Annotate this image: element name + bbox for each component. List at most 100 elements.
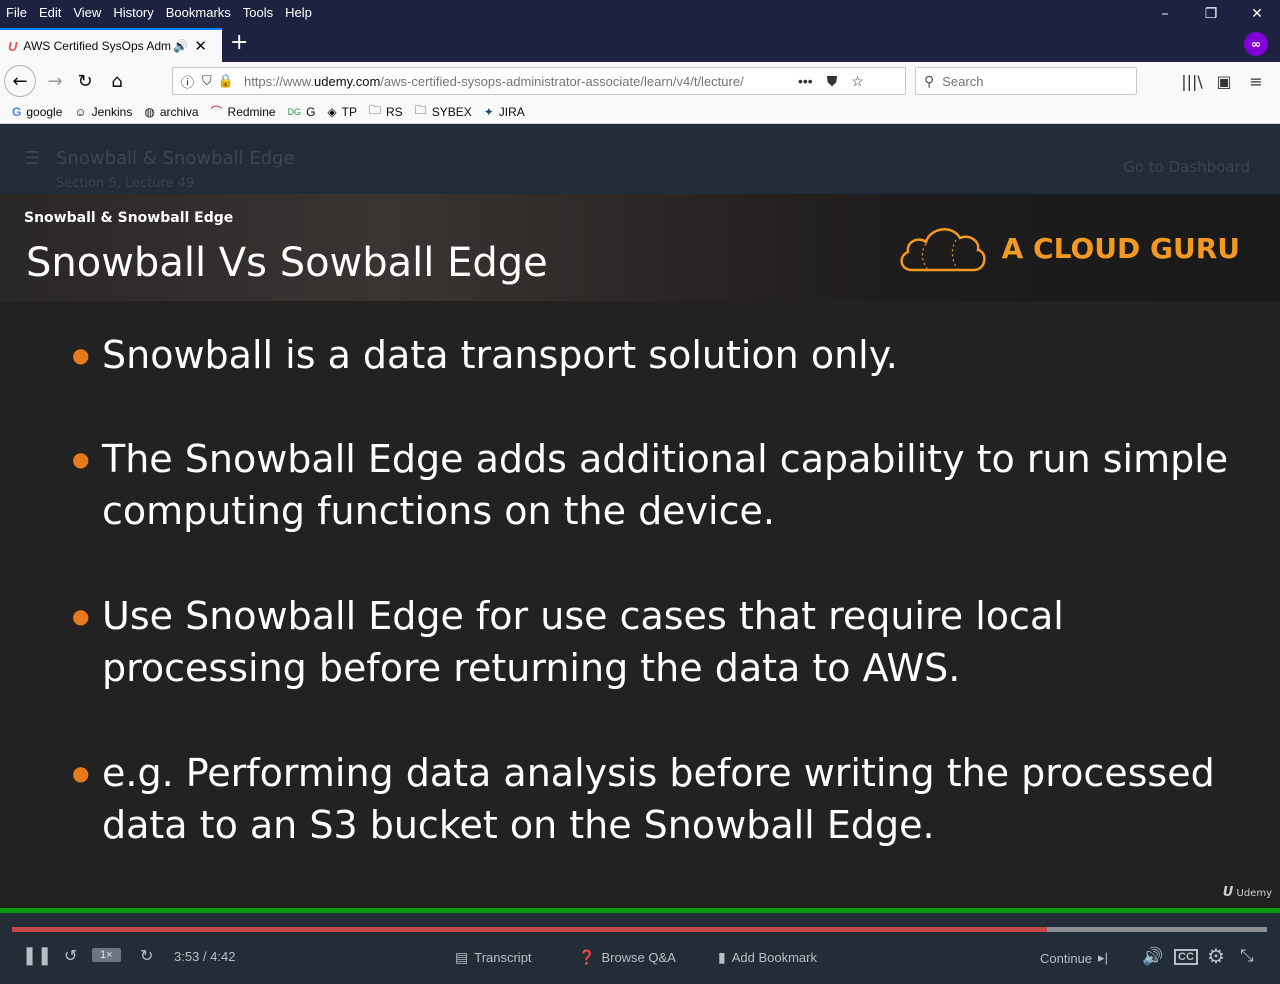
forward-icon: ↻ (140, 948, 154, 965)
lecture-section: Section 5, Lecture 49 (56, 176, 195, 191)
fullscreen-button[interactable]: ⤡ (1240, 946, 1254, 966)
bullet-item: ● Snowball is a data transport solution … (72, 329, 1242, 381)
question-icon: ❓ (578, 949, 596, 965)
browse-qa-button[interactable]: ❓ Browse Q&A (578, 949, 676, 966)
bookmark-icon: ▮ (718, 949, 726, 965)
lecture-header: ☰ Snowball & Snowball Edge Section 5, Le… (0, 124, 1280, 194)
slide-body: ● Snowball is a data transport solution … (0, 301, 1280, 908)
bookmarks-toolbar: G google ☺ Jenkins ◍ archiva ⌒ Redmine D… (0, 100, 1280, 124)
reload-button[interactable]: ↻ (70, 66, 100, 96)
bullet-dot-icon: ● (72, 604, 90, 628)
search-input[interactable]: ⚲ Search (915, 67, 1137, 95)
captions-icon: CC (1174, 949, 1198, 965)
progress-fill (12, 927, 1048, 932)
lecture-title: Snowball & Snowball Edge (56, 148, 295, 169)
g-icon: DG (287, 106, 302, 117)
folder-icon: 🗀 (368, 103, 381, 117)
bookmark-sybex[interactable]: 🗀 SYBEX (415, 101, 472, 122)
diamond-icon: ◈ (327, 104, 337, 119)
toolbar-right: |||\ ▣ ≡ (1176, 66, 1272, 96)
menu-tools[interactable]: Tools (237, 5, 279, 20)
bullet-dot-icon: ● (72, 761, 90, 785)
transcript-icon: ▤ (455, 949, 469, 965)
menu-bookmarks[interactable]: Bookmarks (160, 5, 237, 20)
menu-edit[interactable]: Edit (33, 5, 67, 20)
search-placeholder: Search (942, 73, 984, 89)
redmine-icon: ⌒ (210, 105, 223, 119)
sidebar-icon[interactable]: ▣ (1208, 66, 1240, 96)
home-icon: ⌂ (111, 70, 123, 92)
pocket-icon[interactable]: ⛊ (827, 73, 838, 90)
jira-icon: ✦ (483, 104, 494, 119)
arrow-left-icon: ← (12, 70, 28, 92)
shield-icon[interactable]: ⛉ (202, 73, 212, 89)
forward-button[interactable]: → (40, 66, 70, 96)
tab-title: AWS Certified SysOps Admini (23, 39, 172, 53)
menu-help[interactable]: Help (279, 5, 318, 20)
cloud-icon (900, 228, 986, 272)
bullet-dot-icon: ● (72, 447, 90, 471)
settings-button[interactable]: ⚙ (1207, 944, 1225, 969)
a-cloud-guru-logo: A CLOUD GURU (896, 222, 1240, 274)
bookmark-rs[interactable]: 🗀 RS (369, 101, 403, 122)
bullet-dot-icon: ● (72, 343, 90, 367)
bullet-item: ● Use Snowball Edge for use cases that r… (72, 590, 1242, 694)
bookmark-tp[interactable]: ◈ TP (327, 105, 357, 119)
expand-icon: ⤡ (1240, 946, 1254, 965)
speaker-icon[interactable]: 🔊 (173, 39, 188, 53)
close-tab-button[interactable]: ✕ (194, 37, 207, 55)
reload-icon: ↻ (77, 70, 93, 92)
url-bar[interactable]: ⓘ ⛉ 🔒 https://www.udemy.com/aws-certifie… (172, 67, 906, 95)
tab-udemy[interactable]: U AWS Certified SysOps Admini 🔊 ✕ (0, 28, 222, 62)
home-button[interactable]: ⌂ (102, 66, 132, 96)
info-icon[interactable]: ⓘ (181, 72, 194, 91)
bookmark-jira[interactable]: ✦ JIRA (484, 105, 525, 119)
bookmark-redmine[interactable]: ⌒ Redmine (211, 103, 276, 120)
transcript-button[interactable]: ▤ Transcript (455, 949, 532, 966)
player-controls: ❚❚ ↺ 1× ↻ 3:53 / 4:42 ▤ Transcript ❓ Bro… (0, 913, 1280, 984)
go-to-dashboard-link[interactable]: Go to Dashboard (1123, 158, 1250, 176)
bookmark-archiva[interactable]: ◍ archiva (144, 105, 198, 119)
new-tab-button[interactable]: + (230, 30, 248, 56)
bullet-item: ● e.g. Performing data analysis before w… (72, 747, 1242, 851)
rewind-button[interactable]: ↺ (64, 946, 77, 966)
progress-bar[interactable] (12, 927, 1267, 932)
star-icon[interactable]: ☆ (851, 73, 864, 90)
hamburger-menu-icon[interactable]: ≡ (1240, 66, 1272, 96)
forward-button[interactable]: ↻ (140, 946, 153, 966)
udemy-watermark: U Udemy (1222, 885, 1272, 900)
time-display: 3:53 / 4:42 (174, 949, 236, 964)
page-actions-button[interactable]: ••• (798, 73, 813, 89)
bookmark-jenkins[interactable]: ☺ Jenkins (74, 105, 132, 119)
library-icon[interactable]: |||\ (1176, 66, 1208, 96)
volume-button[interactable]: 🔊 (1142, 947, 1163, 967)
private-browsing-icon: ∞ (1244, 32, 1268, 56)
captions-button[interactable]: CC (1174, 949, 1198, 965)
search-icon: ⚲ (924, 72, 935, 89)
playback-rate-button[interactable]: 1× (92, 948, 121, 962)
bookmark-g[interactable]: DG G (288, 105, 316, 119)
url-text[interactable]: https://www.udemy.com/aws-certified-syso… (244, 74, 784, 89)
pause-icon: ❚❚ (22, 945, 53, 965)
continue-button[interactable]: Continue ▸| (1040, 950, 1108, 966)
rewind-icon: ↺ (64, 948, 78, 965)
curriculum-menu-icon[interactable]: ☰ (24, 148, 40, 169)
menu-history[interactable]: History (107, 5, 159, 20)
udemy-icon: U (8, 38, 18, 54)
volume-icon: 🔊 (1142, 947, 1164, 966)
jenkins-icon: ☺ (74, 104, 87, 119)
back-button[interactable]: ← (4, 65, 36, 97)
pause-button[interactable]: ❚❚ (22, 945, 52, 966)
menu-bar: File Edit View History Bookmarks Tools H… (0, 0, 1280, 24)
arrow-right-icon: → (47, 70, 63, 92)
slide-banner: Snowball & Snowball Edge Snowball Vs Sow… (0, 194, 1280, 301)
add-bookmark-button[interactable]: ▮ Add Bookmark (718, 949, 817, 966)
gear-icon: ⚙ (1207, 946, 1225, 968)
menu-view[interactable]: View (67, 5, 107, 20)
bookmark-google[interactable]: G google (12, 105, 62, 119)
bullet-item: ● The Snowball Edge adds additional capa… (72, 433, 1242, 537)
skip-next-icon: ▸| (1098, 950, 1108, 965)
menu-file[interactable]: File (0, 5, 33, 20)
slide-subtitle: Snowball & Snowball Edge (24, 210, 234, 226)
lock-icon[interactable]: 🔒 (218, 73, 234, 89)
